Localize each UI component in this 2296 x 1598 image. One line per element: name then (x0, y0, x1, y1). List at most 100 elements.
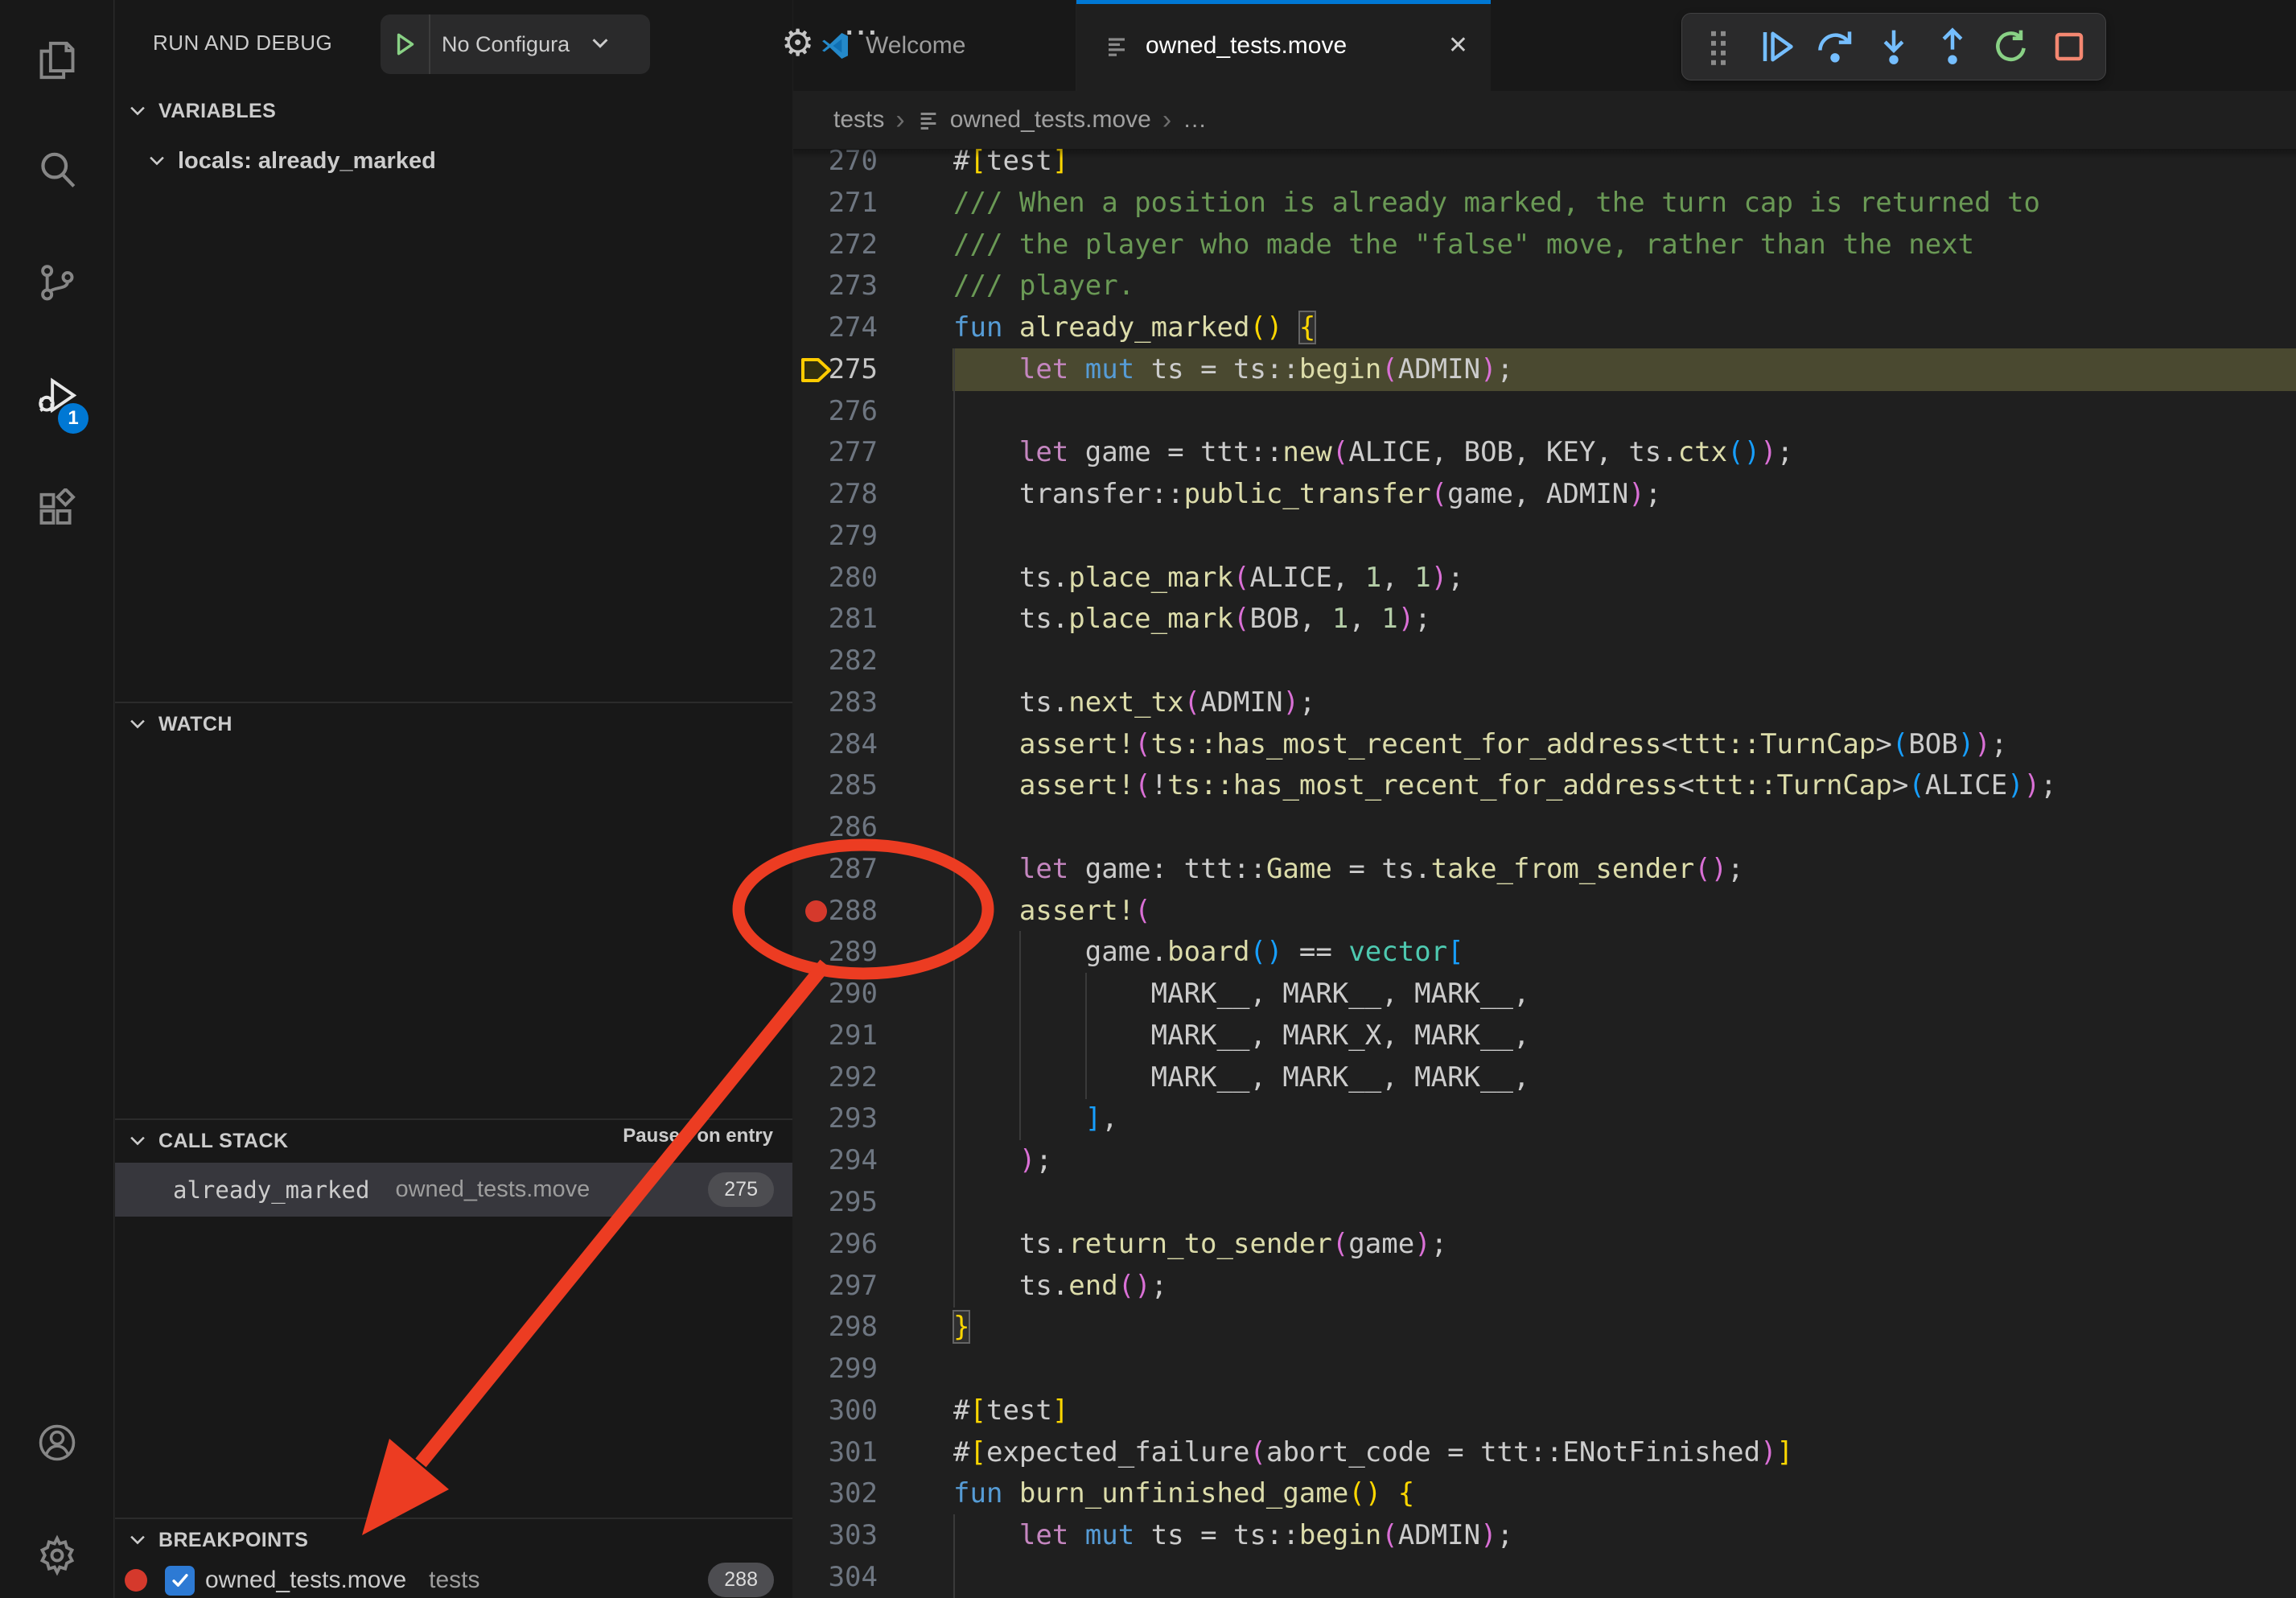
settings-gear-icon[interactable] (0, 1511, 114, 1598)
step-over-icon[interactable] (1813, 24, 1858, 69)
line-number: 284 (829, 723, 878, 765)
breakpoints-section-header[interactable]: BREAKPOINTS (115, 1519, 792, 1561)
close-icon[interactable]: ✕ (1448, 31, 1468, 60)
code-text: ], (953, 1098, 1118, 1139)
watch-title: WATCH (158, 713, 232, 736)
code-editor[interactable]: 270#[test]271/// When a position is alre… (793, 149, 2296, 1598)
gutter[interactable]: 285 (793, 764, 916, 806)
tab-owned-tests-move[interactable]: owned_tests.move ✕ (1076, 0, 1491, 91)
gutter[interactable]: 299 (793, 1348, 916, 1390)
gutter[interactable]: 294 (793, 1139, 916, 1181)
gutter[interactable]: 281 (793, 598, 916, 640)
code-text: /// the player who made the "false" move… (953, 224, 1974, 266)
code-text: let game: ttt::Game = ts.take_from_sende… (953, 848, 1744, 890)
step-out-icon[interactable] (1930, 24, 1975, 69)
code-line-279: 279 (793, 515, 2296, 557)
start-debug-icon[interactable] (381, 14, 430, 74)
explorer-icon[interactable] (0, 16, 114, 105)
toolbar-drag-gripper-icon[interactable] (1696, 24, 1741, 69)
locals-scope-label: locals: already_marked (178, 148, 436, 175)
line-number: 300 (829, 1390, 878, 1431)
call-stack-title: CALL STACK (158, 1130, 288, 1153)
breadcrumb-file[interactable]: owned_tests.move (950, 106, 1151, 134)
code-text: let mut ts = ts::begin(ADMIN); (953, 348, 1513, 390)
gutter[interactable]: 303 (793, 1514, 916, 1556)
gutter[interactable]: 277 (793, 431, 916, 473)
indent-guide (953, 1181, 955, 1224)
gutter[interactable]: 289 (793, 931, 916, 973)
gutter[interactable]: 293 (793, 1098, 916, 1139)
debug-toolbar (1681, 13, 2106, 80)
paused-status-badge: Paused on entry (623, 1125, 773, 1147)
breadcrumb-more[interactable]: … (1183, 106, 1207, 134)
gutter[interactable]: 279 (793, 515, 916, 557)
source-control-icon[interactable] (0, 238, 114, 327)
indent-guide (953, 515, 955, 558)
watch-section-header[interactable]: WATCH (115, 703, 792, 745)
gutter[interactable]: 276 (793, 390, 916, 432)
gutter[interactable]: 301 (793, 1431, 916, 1473)
continue-icon[interactable] (1755, 24, 1800, 69)
gutter[interactable]: 290 (793, 973, 916, 1015)
breakpoint-line-badge: 288 (708, 1563, 774, 1597)
breakpoint-enabled-checkbox[interactable] (165, 1566, 195, 1596)
gutter[interactable]: 291 (793, 1015, 916, 1056)
more-actions-icon[interactable]: ··· (846, 18, 880, 49)
sidebar-header: RUN AND DEBUG No Configura ⚙ ··· (115, 0, 792, 90)
debug-config-dropdown[interactable]: No Configura (381, 14, 650, 74)
gutter[interactable]: 284 (793, 723, 916, 765)
gutter[interactable]: 302 (793, 1472, 916, 1514)
code-line-287: 287 let game: ttt::Game = ts.take_from_s… (793, 848, 2296, 890)
file-icon (916, 108, 940, 132)
gutter[interactable]: 298 (793, 1306, 916, 1348)
gutter[interactable]: 273 (793, 265, 916, 307)
line-number: 283 (829, 682, 878, 723)
gutter[interactable]: 288 (793, 890, 916, 932)
chevron-down-icon (126, 100, 149, 122)
gutter[interactable]: 282 (793, 640, 916, 682)
gutter[interactable]: 280 (793, 557, 916, 599)
breadcrumb-folder[interactable]: tests (833, 106, 884, 134)
gutter[interactable]: 296 (793, 1223, 916, 1265)
tab-welcome[interactable]: Welcome (793, 0, 1076, 91)
gutter[interactable]: 274 (793, 307, 916, 348)
gutter[interactable]: 304 (793, 1556, 916, 1598)
debug-settings-gear-icon[interactable]: ⚙ (781, 13, 814, 72)
code-text: fun already_marked() { (953, 307, 1315, 348)
line-number: 301 (829, 1431, 878, 1473)
gutter[interactable]: 283 (793, 682, 916, 723)
step-into-icon[interactable] (1871, 24, 1916, 69)
run-and-debug-icon[interactable]: 1 (0, 352, 114, 440)
breakpoints-title: BREAKPOINTS (158, 1529, 308, 1552)
accounts-icon[interactable] (0, 1398, 114, 1487)
line-number: 278 (829, 473, 878, 515)
debug-config-label: No Configura (430, 32, 593, 57)
gutter[interactable]: 292 (793, 1056, 916, 1098)
gutter[interactable]: 271 (793, 182, 916, 224)
gutter[interactable]: 275 (793, 348, 916, 390)
gutter[interactable]: 300 (793, 1390, 916, 1431)
code-line-280: 280 ts.place_mark(ALICE, 1, 1); (793, 557, 2296, 599)
line-number: 271 (829, 182, 878, 224)
gutter[interactable]: 278 (793, 473, 916, 515)
extensions-icon[interactable] (0, 465, 114, 554)
stop-icon[interactable] (2047, 24, 2092, 69)
line-number: 273 (829, 265, 878, 307)
code-line-290: 290 MARK__, MARK__, MARK__, (793, 973, 2296, 1015)
code-text: assert!(ts::has_most_recent_for_address<… (953, 723, 2007, 765)
code-line-293: 293 ], (793, 1098, 2296, 1139)
breadcrumb[interactable]: tests › owned_tests.move › … (793, 91, 2296, 149)
search-icon[interactable] (0, 125, 114, 213)
variables-locals-row[interactable]: locals: already_marked (115, 140, 792, 182)
variables-section-header[interactable]: VARIABLES (115, 90, 792, 132)
restart-icon[interactable] (1989, 24, 2034, 69)
breakpoint-dot-icon[interactable] (805, 900, 827, 922)
call-stack-frame-row[interactable]: already_marked owned_tests.move 275 (115, 1163, 792, 1217)
gutter[interactable]: 286 (793, 806, 916, 848)
gutter[interactable]: 297 (793, 1265, 916, 1307)
gutter[interactable]: 287 (793, 848, 916, 890)
gutter[interactable]: 272 (793, 224, 916, 266)
code-line-275: 275 let mut ts = ts::begin(ADMIN); (793, 348, 2296, 390)
gutter[interactable]: 295 (793, 1181, 916, 1223)
breakpoint-list-item[interactable]: owned_tests.move tests 288 (115, 1559, 792, 1598)
